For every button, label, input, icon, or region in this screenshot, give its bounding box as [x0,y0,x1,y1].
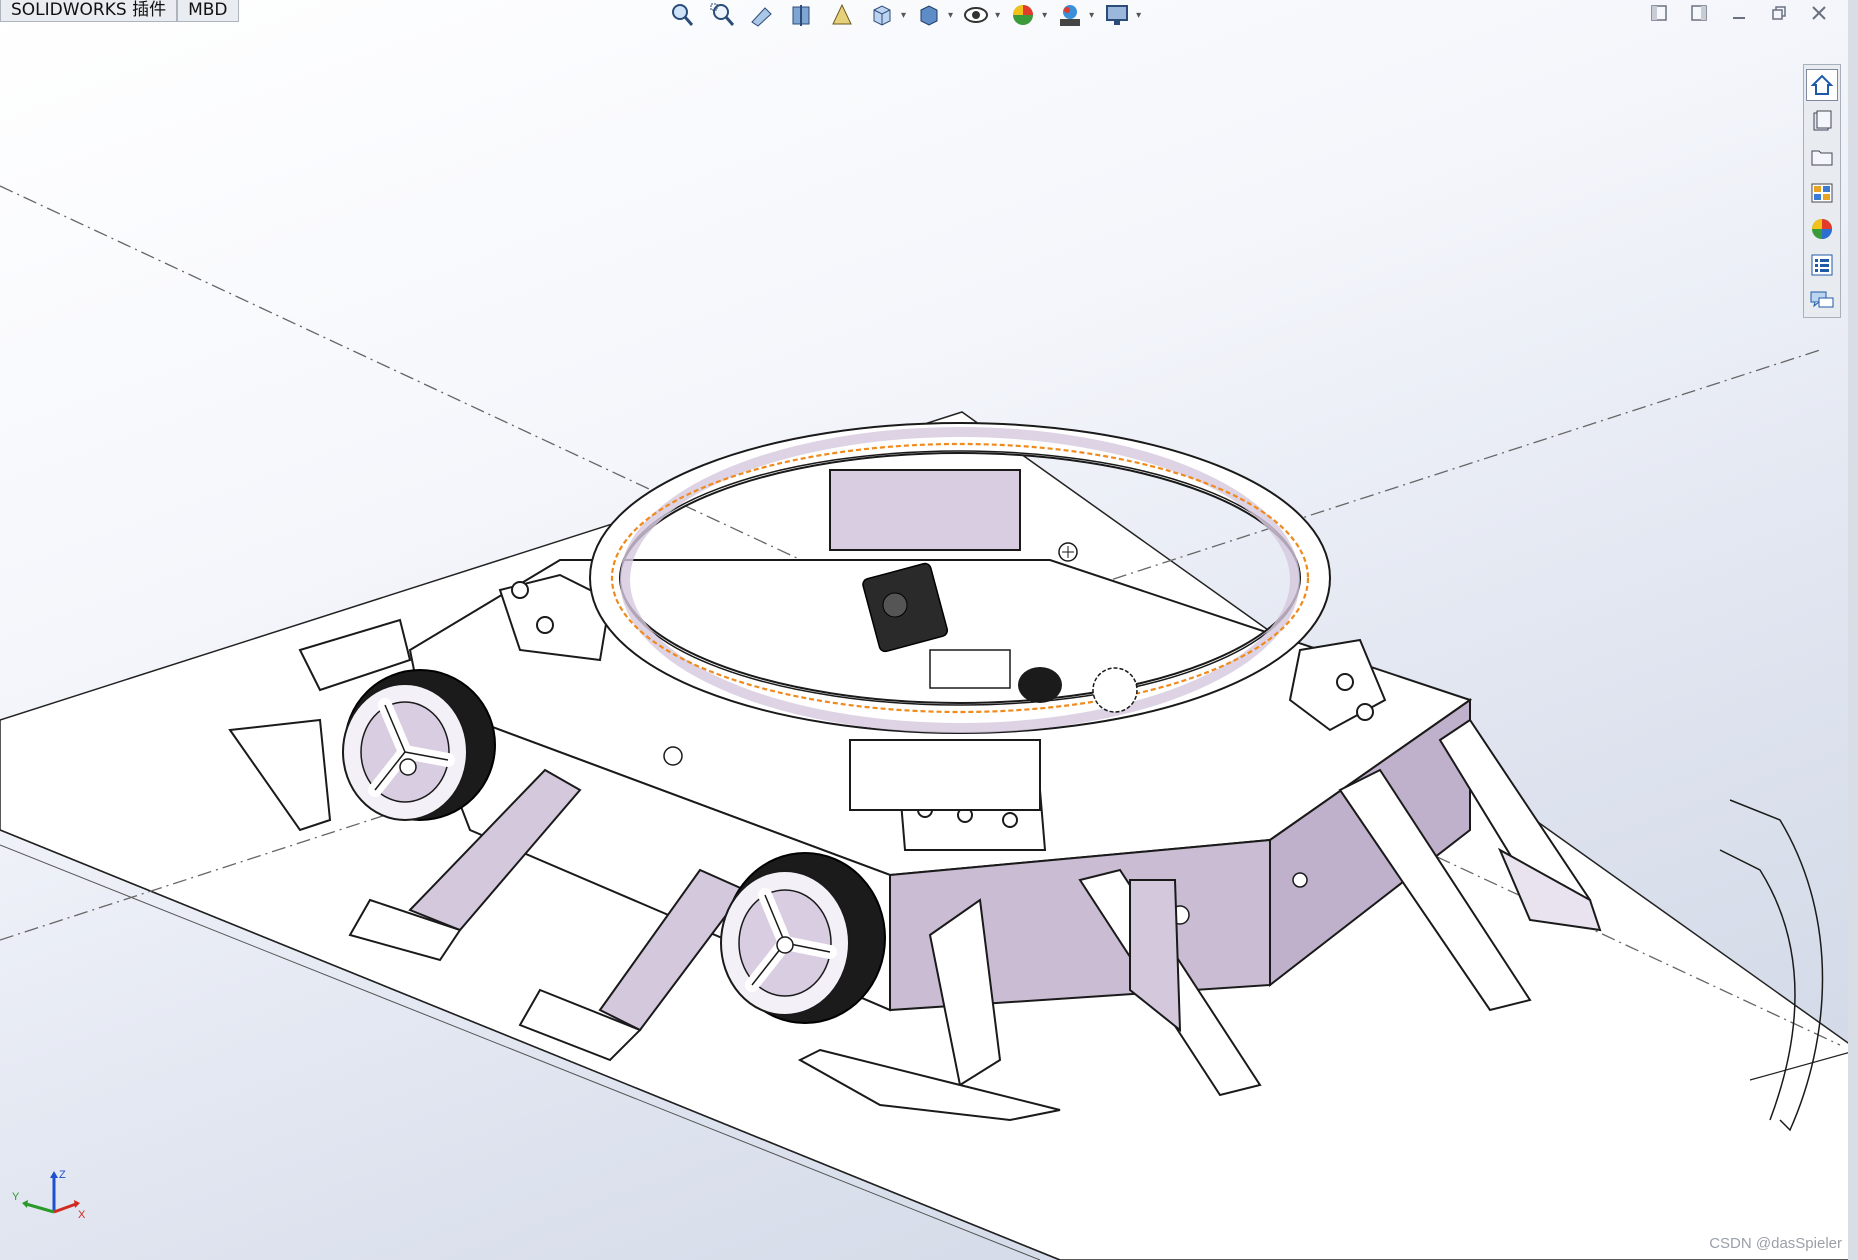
hide-show-items-icon[interactable] [959,1,993,29]
chevron-down-icon[interactable]: ▾ [1042,10,1047,21]
solidworks-resources-icon[interactable] [1806,69,1838,101]
command-manager-tabs: SOLIDWORKS 插件 MBD [0,0,239,22]
dynamic-annotation-views-icon[interactable] [825,1,859,29]
window-controls [1646,0,1832,26]
chevron-down-icon[interactable]: ▾ [1089,10,1094,21]
minimize-icon[interactable] [1726,2,1752,24]
solidworks-forum-icon[interactable] [1806,285,1838,317]
wheel-left[interactable] [342,669,496,821]
triad-z-label: Z [59,1169,66,1181]
close-icon[interactable] [1806,2,1832,24]
tab-solidworks-addins[interactable]: SOLIDWORKS 插件 [0,0,178,22]
file-explorer-icon[interactable] [1806,141,1838,173]
heads-up-view-toolbar: ▾ ▾ ▾ ▾ ▾ ▾ [665,0,1141,30]
graphics-area[interactable] [0,0,1858,1260]
section-view-icon[interactable] [785,1,819,29]
edit-appearance-icon[interactable] [1006,1,1040,29]
task-pane [1803,64,1841,318]
chevron-down-icon[interactable]: ▾ [901,10,906,21]
tab-mbd[interactable]: MBD [177,0,239,22]
chevron-down-icon[interactable]: ▾ [995,10,1000,21]
window-border-right [1848,0,1858,1260]
custom-properties-icon[interactable] [1806,249,1838,281]
reference-triad: Z Y X [12,1169,86,1221]
design-library-icon[interactable] [1806,105,1838,137]
tile-left-icon[interactable] [1646,2,1672,24]
chevron-down-icon[interactable]: ▾ [1136,10,1141,21]
watermark: CSDN @dasSpieler [1709,1235,1842,1252]
view-palette-icon[interactable] [1806,177,1838,209]
triad-y-label: Y [12,1191,20,1203]
view-settings-icon[interactable] [1100,1,1134,29]
chevron-down-icon[interactable]: ▾ [948,10,953,21]
previous-view-icon[interactable] [745,1,779,29]
display-style-icon[interactable] [912,1,946,29]
restore-icon[interactable] [1766,2,1792,24]
triad-x-label: X [78,1209,86,1221]
tile-right-icon[interactable] [1686,2,1712,24]
apply-scene-icon[interactable] [1053,1,1087,29]
appearances-scenes-icon[interactable] [1806,213,1838,245]
zoom-to-area-icon[interactable] [705,1,739,29]
view-orientation-icon[interactable] [865,1,899,29]
zoom-to-fit-icon[interactable] [665,1,699,29]
